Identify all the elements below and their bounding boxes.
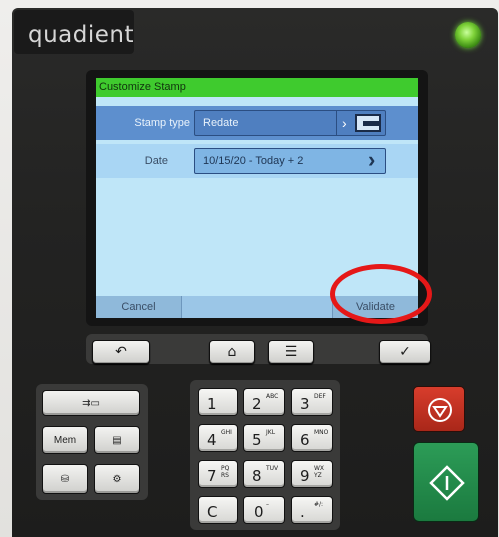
key-number: 2 [252,395,262,413]
key-number: 5 [252,431,262,449]
key-5[interactable]: 5 JKL [243,424,285,452]
stamp-layout-icon[interactable]: › [336,111,386,135]
key-number: C [207,503,218,521]
cancel-button[interactable]: Cancel [96,296,182,318]
postage-settings-icon: ⚙ [112,473,122,485]
key-1[interactable]: 1 [198,388,238,416]
key-3[interactable]: 3 DEF [291,388,333,416]
key-dot[interactable]: . #/: [291,496,333,524]
mem-button[interactable]: Mem [42,426,88,454]
stamp-type-label: Stamp type [134,117,190,129]
coins-icon: ⛁ [60,473,70,485]
home-button[interactable]: ⌂ [209,340,255,364]
screen-title: Customize Stamp [96,78,418,97]
key-letters: DEF [314,393,326,400]
stamp-type-row[interactable]: Stamp type Redate › [96,106,418,140]
card-button[interactable]: ▤ [94,426,140,454]
start-button[interactable] [413,442,479,522]
key-letters: ABC [266,393,279,400]
back-icon: ↶ [115,344,127,360]
stop-button[interactable] [413,386,465,432]
key-number: 7 [207,467,217,485]
brand-logo: quadient [28,22,135,48]
key-number: 1 [207,395,217,413]
date-field[interactable]: 10/15/20 - Today + 2 [194,148,386,174]
stamp-preview-icon [355,114,381,132]
postage-settings-button[interactable]: ⚙ [94,464,140,494]
key-letters: GHI [221,429,232,436]
key-number: 4 [207,431,217,449]
key-letters: TUV [266,465,279,472]
key-0[interactable]: 0 – [243,496,285,524]
key-letters: WX YZ [314,465,325,479]
back-button[interactable]: ↶ [92,340,150,364]
validate-highlight-annotation [330,264,432,324]
key-7[interactable]: 7 PQ RS [198,460,238,488]
key-number: 9 [300,467,310,485]
key-number: 6 [300,431,310,449]
key-9[interactable]: 9 WX YZ [291,460,333,488]
key-letters: JKL [266,429,276,436]
feed-button[interactable]: ⇉▭ [42,390,140,416]
menu-button[interactable]: ☰ [268,340,314,364]
card-slot-icon: ▤ [112,434,122,446]
key-6[interactable]: 6 MNO [291,424,333,452]
key-clear[interactable]: C [198,496,238,524]
key-8[interactable]: 8 TUV [243,460,285,488]
key-number: 0 [254,503,264,521]
key-4[interactable]: 4 GHI [198,424,238,452]
key-letters: MNO [314,429,329,436]
date-row[interactable]: Date 10/15/20 - Today + 2 › [96,144,418,178]
key-letters: #/: [314,501,324,508]
chevron-right-icon[interactable]: › [368,148,375,172]
date-label: Date [144,155,168,167]
feed-envelope-icon: ⇉▭ [82,397,100,409]
key-letters: PQ RS [221,465,230,479]
start-icon [429,465,465,501]
mem-label: Mem [53,434,77,446]
key-number: 3 [300,395,310,413]
key-2[interactable]: 2 ABC [243,388,285,416]
chevron-right-icon: › [342,115,347,131]
confirm-button[interactable]: ✓ [379,340,431,364]
photo-background: quadient Customize Stamp Stamp type Reda… [0,0,499,537]
checkmark-icon: ✓ [399,344,411,360]
key-number: 8 [252,467,262,485]
stop-icon [428,398,452,422]
funds-button[interactable]: ⛁ [42,464,88,494]
power-led-icon [455,22,481,48]
home-icon: ⌂ [227,344,237,360]
menu-icon: ☰ [284,344,298,360]
key-number: . [300,503,305,521]
key-letters: – [266,501,269,508]
